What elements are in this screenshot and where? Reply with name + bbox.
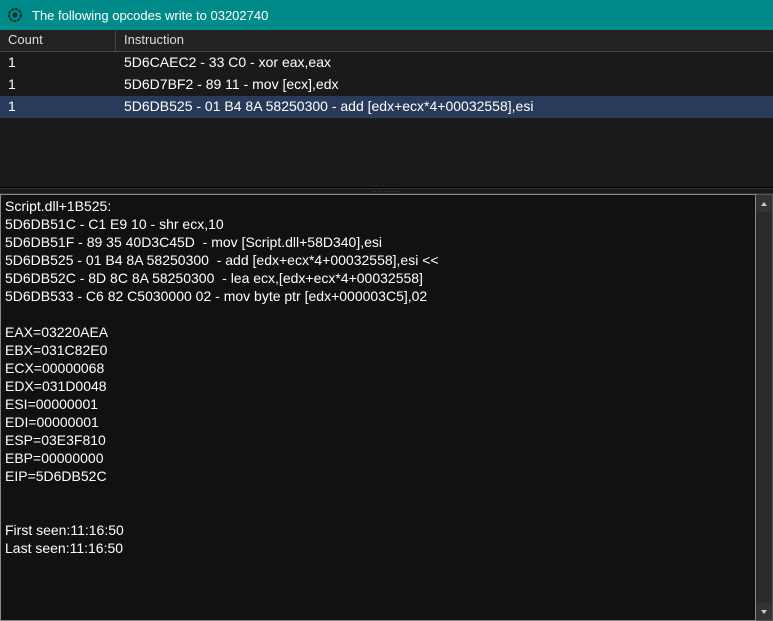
table-row[interactable]: 1 5D6DB525 - 01 B4 8A 58250300 - add [ed… [0,96,773,118]
header-count[interactable]: Count [0,30,116,52]
scroll-down-icon[interactable] [756,603,772,620]
window-title: The following opcodes write to 03202740 [32,8,268,23]
opcode-list-panel: Count Instruction 1 5D6CAEC2 - 33 C0 - x… [0,30,773,188]
table-body: 1 5D6CAEC2 - 33 C0 - xor eax,eax 1 5D6D7… [0,52,773,118]
vertical-scrollbar[interactable] [756,194,773,621]
cell-instruction: 5D6CAEC2 - 33 C0 - xor eax,eax [116,54,773,72]
cell-instruction: 5D6D7BF2 - 89 11 - mov [ecx],edx [116,76,773,94]
cell-count: 1 [0,76,116,94]
cell-count: 1 [0,98,116,116]
table-header: Count Instruction [0,30,773,52]
cell-instruction: 5D6DB525 - 01 B4 8A 58250300 - add [edx+… [116,98,773,116]
cell-count: 1 [0,54,116,72]
header-instruction[interactable]: Instruction [116,30,773,52]
table-row[interactable]: 1 5D6CAEC2 - 33 C0 - xor eax,eax [0,52,773,74]
scroll-up-icon[interactable] [756,195,772,212]
table-row[interactable]: 1 5D6D7BF2 - 89 11 - mov [ecx],edx [0,74,773,96]
disassembly-detail[interactable]: Script.dll+1B525: 5D6DB51C - C1 E9 10 - … [0,194,756,621]
detail-panel: Script.dll+1B525: 5D6DB51C - C1 E9 10 - … [0,194,773,621]
titlebar: The following opcodes write to 03202740 [0,0,773,30]
app-icon [6,6,24,24]
